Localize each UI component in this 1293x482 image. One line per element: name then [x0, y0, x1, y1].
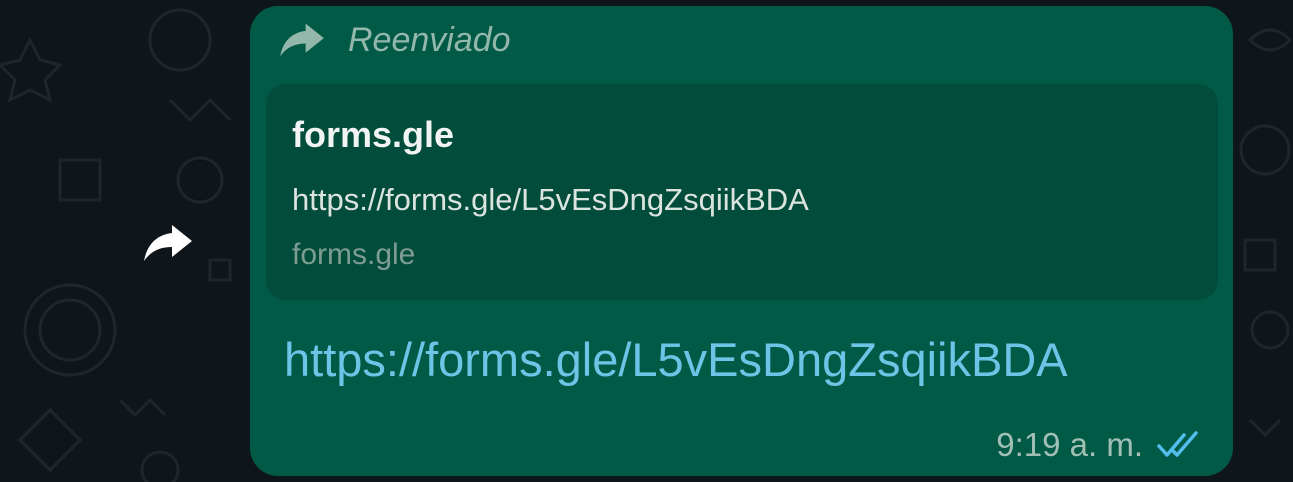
forwarded-label: Reenviado — [348, 20, 511, 59]
double-check-icon — [1157, 431, 1198, 457]
link-preview-domain: forms.gle — [292, 238, 416, 271]
link-preview-card[interactable]: forms.gle https://forms.gle/L5vEsDngZsqi… — [266, 84, 1218, 300]
link-preview-description: https://forms.gle/L5vEsDngZsqiikBDA — [292, 182, 809, 217]
message-bubble[interactable]: Reenviado forms.gle https://forms.gle/L5… — [250, 6, 1233, 476]
message-timestamp: 9:19 a. m. — [996, 426, 1143, 463]
forward-arrow-icon — [280, 23, 324, 57]
message-meta: 9:19 a. m. — [996, 426, 1199, 464]
forwarded-indicator: Reenviado — [276, 18, 511, 62]
message-link[interactable]: https://forms.gle/L5vEsDngZsqiikBDA — [284, 332, 1068, 387]
link-preview-title: forms.gle — [292, 114, 455, 155]
share-button[interactable] — [140, 218, 196, 268]
share-arrow-icon — [144, 225, 192, 261]
